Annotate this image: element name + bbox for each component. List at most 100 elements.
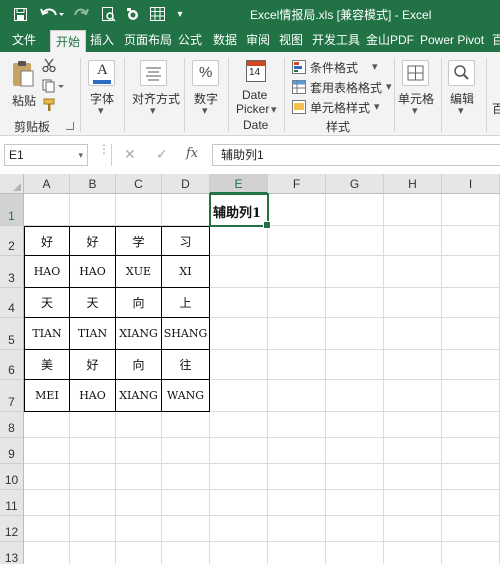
cell-I13[interactable] — [442, 542, 500, 564]
tab-formulas[interactable]: 公式 — [178, 28, 202, 52]
font-button[interactable]: A 字体 ▾ — [86, 58, 118, 117]
formula-input[interactable]: 辅助列1 — [212, 144, 500, 166]
cell-B3[interactable]: HAO — [70, 256, 116, 288]
column-header-A[interactable]: A — [24, 174, 70, 194]
row-header-8[interactable]: 8 — [0, 412, 24, 438]
cell-F11[interactable] — [268, 490, 326, 516]
cell-C10[interactable] — [116, 464, 162, 490]
cell-I2[interactable] — [442, 226, 500, 256]
cell-H3[interactable] — [384, 256, 442, 288]
row-header-1[interactable]: 1 — [0, 194, 24, 226]
tab-review[interactable]: 审阅 — [246, 28, 270, 52]
cell-A2[interactable]: 好 — [24, 226, 70, 256]
tab-home[interactable]: 开始 — [50, 30, 87, 52]
cell-B6[interactable]: 好 — [70, 350, 116, 380]
cell-B10[interactable] — [70, 464, 116, 490]
cell-H6[interactable] — [384, 350, 442, 380]
cell-B13[interactable] — [70, 542, 116, 564]
cell-A9[interactable] — [24, 438, 70, 464]
tab-kingsoft-pdf[interactable]: 金山PDF — [366, 28, 414, 52]
cancel-icon[interactable]: ✕ — [124, 146, 136, 163]
cell-B2[interactable]: 好 — [70, 226, 116, 256]
cell-E8[interactable] — [210, 412, 268, 438]
cell-F5[interactable] — [268, 318, 326, 350]
cell-A10[interactable] — [24, 464, 70, 490]
cell-H10[interactable] — [384, 464, 442, 490]
cell-G13[interactable] — [326, 542, 384, 564]
save-icon[interactable] — [10, 4, 30, 24]
tab-data[interactable]: 数据 — [213, 28, 237, 52]
tab-page-layout[interactable]: 页面布局 — [124, 28, 172, 52]
cell-B7[interactable]: HAO — [70, 380, 116, 412]
column-header-B[interactable]: B — [70, 174, 116, 194]
cell-A6[interactable]: 美 — [24, 350, 70, 380]
cell-C12[interactable] — [116, 516, 162, 542]
cell-F8[interactable] — [268, 412, 326, 438]
copy-icon[interactable] — [42, 79, 64, 96]
cell-G1[interactable] — [326, 194, 384, 226]
cell-I12[interactable] — [442, 516, 500, 542]
redo-icon[interactable] — [72, 4, 94, 24]
cell-A12[interactable] — [24, 516, 70, 542]
row-header-12[interactable]: 12 — [0, 516, 24, 542]
cell-I8[interactable] — [442, 412, 500, 438]
cell-E9[interactable] — [210, 438, 268, 464]
format-as-table-button[interactable]: 套用表格格式 ▾ — [292, 79, 392, 95]
cell-D1[interactable] — [162, 194, 210, 226]
cell-I6[interactable] — [442, 350, 500, 380]
row-header-5[interactable]: 5 — [0, 318, 24, 350]
number-button[interactable]: % 数字 ▾ — [188, 58, 222, 117]
column-header-H[interactable]: H — [384, 174, 442, 194]
cell-D9[interactable] — [162, 438, 210, 464]
column-header-F[interactable]: F — [268, 174, 326, 194]
cell-C13[interactable] — [116, 542, 162, 564]
cell-I3[interactable] — [442, 256, 500, 288]
cell-G6[interactable] — [326, 350, 384, 380]
row-header-2[interactable]: 2 — [0, 226, 24, 256]
cell-C1[interactable] — [116, 194, 162, 226]
form-icon[interactable] — [148, 4, 166, 24]
tab-more[interactable]: 百 — [492, 28, 500, 52]
print-preview-icon[interactable] — [100, 4, 118, 24]
row-header-9[interactable]: 9 — [0, 438, 24, 464]
cell-E12[interactable] — [210, 516, 268, 542]
select-all-button[interactable] — [0, 174, 24, 194]
cell-I11[interactable] — [442, 490, 500, 516]
row-header-10[interactable]: 10 — [0, 464, 24, 490]
column-header-I[interactable]: I — [442, 174, 500, 194]
cell-D13[interactable] — [162, 542, 210, 564]
row-header-7[interactable]: 7 — [0, 380, 24, 412]
cell-C7[interactable]: XIANG — [116, 380, 162, 412]
cell-E5[interactable] — [210, 318, 268, 350]
formula-bar-grip-icon[interactable]: ⋮ — [98, 143, 110, 155]
cell-F13[interactable] — [268, 542, 326, 564]
row-header-13[interactable]: 13 — [0, 542, 24, 564]
cell-A11[interactable] — [24, 490, 70, 516]
cell-B9[interactable] — [70, 438, 116, 464]
cell-E3[interactable] — [210, 256, 268, 288]
cell-B1[interactable] — [70, 194, 116, 226]
cell-E6[interactable] — [210, 350, 268, 380]
cell-E2[interactable] — [210, 226, 268, 256]
undo-icon[interactable] — [38, 4, 66, 24]
cell-E4[interactable] — [210, 288, 268, 318]
cell-C2[interactable]: 学 — [116, 226, 162, 256]
cell-G5[interactable] — [326, 318, 384, 350]
tab-insert[interactable]: 插入 — [90, 28, 114, 52]
conditional-format-button[interactable]: 条件格式 ▾ — [292, 59, 392, 75]
cell-D3[interactable]: XI — [162, 256, 210, 288]
column-header-C[interactable]: C — [116, 174, 162, 194]
cut-icon[interactable] — [42, 58, 56, 75]
cell-G10[interactable] — [326, 464, 384, 490]
cell-F1[interactable] — [268, 194, 326, 226]
cell-G2[interactable] — [326, 226, 384, 256]
column-header-G[interactable]: G — [326, 174, 384, 194]
cell-G3[interactable] — [326, 256, 384, 288]
cell-I7[interactable] — [442, 380, 500, 412]
cell-E7[interactable] — [210, 380, 268, 412]
alignment-button[interactable]: 对齐方式 ▾ — [130, 58, 180, 117]
cell-H4[interactable] — [384, 288, 442, 318]
cell-G12[interactable] — [326, 516, 384, 542]
cell-A7[interactable]: MEI — [24, 380, 70, 412]
cell-I1[interactable] — [442, 194, 500, 226]
